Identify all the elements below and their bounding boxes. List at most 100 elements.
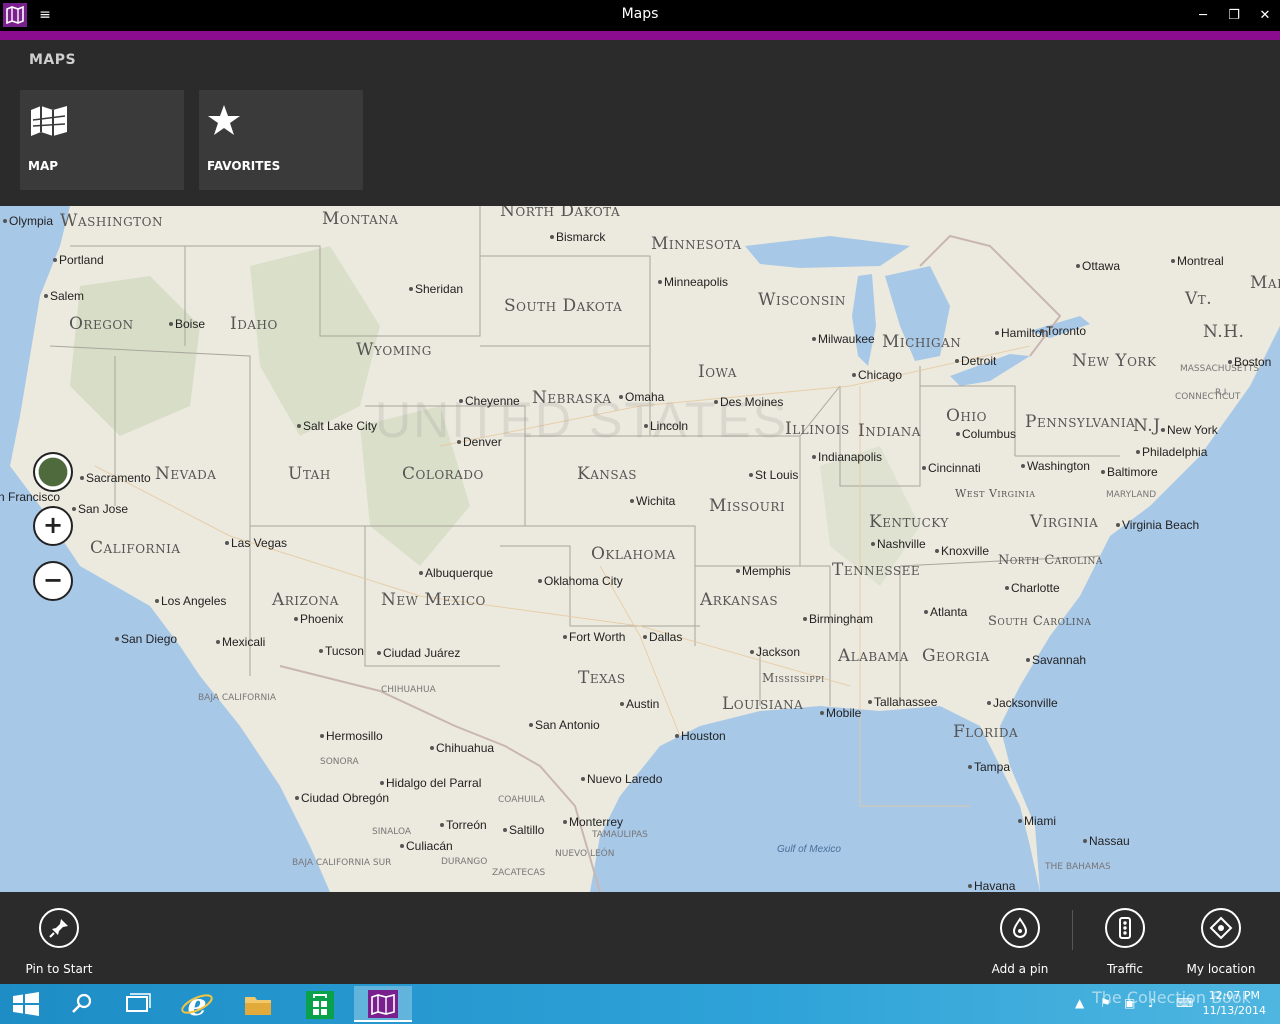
city-label-ciudad-obregon[interactable]: Ciudad Obregón	[301, 791, 389, 805]
city-label-boise[interactable]: Boise	[175, 317, 205, 331]
city-label-chihuahua[interactable]: Chihuahua	[436, 741, 494, 755]
internet-explorer-button[interactable]: e	[168, 986, 226, 1023]
city-label-nashville[interactable]: Nashville	[877, 537, 926, 551]
store-button[interactable]	[291, 986, 349, 1022]
city-label-salt-lake-city[interactable]: Salt Lake City	[303, 419, 377, 433]
city-label-denver[interactable]: Denver	[463, 435, 502, 449]
city-label-milwaukee[interactable]: Milwaukee	[818, 332, 875, 346]
pin-to-start-button[interactable]: Pin to Start	[14, 908, 104, 978]
city-label-memphis[interactable]: Memphis	[742, 564, 791, 578]
city-label-culiacan[interactable]: Culiacán	[406, 839, 453, 853]
city-label-las-vegas[interactable]: Las Vegas	[231, 536, 287, 550]
city-label-boston[interactable]: Boston	[1234, 355, 1271, 369]
city-label-albuquerque[interactable]: Albuquerque	[425, 566, 493, 580]
minimize-button[interactable]: ─	[1187, 0, 1219, 31]
city-label-havana[interactable]: Havana	[974, 879, 1015, 892]
city-label-san-diego[interactable]: San Diego	[121, 632, 177, 646]
close-button[interactable]: ✕	[1249, 0, 1280, 31]
map-icon	[31, 106, 67, 136]
tile-map[interactable]: MAP	[20, 90, 184, 190]
city-label-minneapolis[interactable]: Minneapolis	[664, 275, 728, 289]
city-label-mexicali[interactable]: Mexicali	[222, 635, 265, 649]
zoom-in-button[interactable]: +	[33, 506, 73, 546]
traffic-button[interactable]: Traffic	[1080, 908, 1170, 978]
city-label-oklahoma-city[interactable]: Oklahoma City	[544, 574, 623, 588]
city-label-san-antonio[interactable]: San Antonio	[535, 718, 600, 732]
city-label-los-angeles[interactable]: Los Angeles	[161, 594, 226, 608]
city-label-savannah[interactable]: Savannah	[1032, 653, 1086, 667]
city-label-fort-worth[interactable]: Fort Worth	[569, 630, 625, 644]
city-label-baltimore[interactable]: Baltimore	[1107, 465, 1158, 479]
task-view-button[interactable]	[108, 986, 166, 1022]
city-label-ciudad-juarez[interactable]: Ciudad Juárez	[383, 646, 460, 660]
system-clock[interactable]: 12:07 PM 11/13/2014	[1203, 988, 1266, 1018]
city-label-tallahassee[interactable]: Tallahassee	[874, 695, 937, 709]
city-label-monterrey[interactable]: Monterrey	[569, 815, 623, 829]
city-label-miami[interactable]: Miami	[1024, 814, 1056, 828]
start-button[interactable]	[0, 986, 58, 1022]
city-label-virginia-beach[interactable]: Virginia Beach	[1122, 518, 1199, 532]
city-label-bismarck[interactable]: Bismarck	[556, 230, 605, 244]
city-label-birmingham[interactable]: Birmingham	[809, 612, 873, 626]
city-label-sacramento[interactable]: Sacramento	[86, 471, 151, 485]
city-label-mobile[interactable]: Mobile	[826, 706, 861, 720]
city-label-torreon[interactable]: Torreón	[446, 818, 487, 832]
zoom-out-button[interactable]: −	[33, 561, 73, 601]
city-label-cheyenne[interactable]: Cheyenne	[465, 394, 520, 408]
city-label-saltillo[interactable]: Saltillo	[509, 823, 544, 837]
network-icon[interactable]: ▣	[1124, 996, 1135, 1010]
city-label-philadelphia[interactable]: Philadelphia	[1142, 445, 1207, 459]
city-label-toronto[interactable]: Toronto	[1046, 324, 1086, 338]
search-button[interactable]	[52, 986, 110, 1022]
city-label-salem[interactable]: Salem	[50, 289, 84, 303]
city-label-portland[interactable]: Portland	[59, 253, 104, 267]
city-label-hermosillo[interactable]: Hermosillo	[326, 729, 383, 743]
keyboard-icon[interactable]: ⌨	[1176, 996, 1193, 1010]
city-label-charlotte[interactable]: Charlotte	[1011, 581, 1060, 595]
city-label-chicago[interactable]: Chicago	[858, 368, 902, 382]
city-label-ottawa[interactable]: Ottawa	[1082, 259, 1120, 273]
my-location-button[interactable]: My location	[1176, 908, 1266, 978]
city-label-houston[interactable]: Houston	[681, 729, 726, 743]
city-label-nuevo-laredo[interactable]: Nuevo Laredo	[587, 772, 662, 786]
city-label-des-moines[interactable]: Des Moines	[720, 395, 783, 409]
city-label-st-louis[interactable]: St Louis	[755, 468, 798, 482]
city-label-jacksonville[interactable]: Jacksonville	[993, 696, 1058, 710]
maps-taskbar-button[interactable]	[354, 986, 412, 1022]
volume-icon[interactable]: ♪	[1148, 996, 1156, 1010]
file-explorer-button[interactable]	[229, 986, 287, 1022]
show-hidden-icons-icon[interactable]: ▲	[1075, 996, 1084, 1010]
hamburger-menu-icon[interactable]: ≡	[36, 6, 54, 24]
city-label-cincinnati[interactable]: Cincinnati	[928, 461, 981, 475]
city-label-dallas[interactable]: Dallas	[649, 630, 682, 644]
city-label-atlanta[interactable]: Atlanta	[930, 605, 967, 619]
city-label-wichita[interactable]: Wichita	[636, 494, 675, 508]
city-label-phoenix[interactable]: Phoenix	[300, 612, 343, 626]
city-label-washington-dc[interactable]: Washington	[1027, 459, 1090, 473]
restore-button[interactable]: ❐	[1218, 0, 1250, 31]
add-a-pin-button[interactable]: Add a pin	[975, 908, 1065, 978]
map-canvas[interactable]: UNITED STATES Washington Montana North Dak…	[0, 206, 1280, 892]
action-center-flag-icon[interactable]: ⚑	[1100, 996, 1111, 1010]
city-label-new-york-city[interactable]: New York	[1167, 423, 1218, 437]
city-label-tucson[interactable]: Tucson	[325, 644, 364, 658]
city-label-hidalgo-del-parral[interactable]: Hidalgo del Parral	[386, 776, 481, 790]
city-label-columbus[interactable]: Columbus	[962, 427, 1016, 441]
tile-favorites[interactable]: FAVORITES	[199, 90, 363, 190]
city-label-indianapolis[interactable]: Indianapolis	[818, 450, 882, 464]
aerial-view-button[interactable]	[33, 452, 73, 492]
city-label-austin[interactable]: Austin	[626, 697, 659, 711]
city-label-jackson[interactable]: Jackson	[756, 645, 800, 659]
city-label-olympia[interactable]: Olympia	[9, 214, 53, 228]
city-label-omaha[interactable]: Omaha	[625, 390, 664, 404]
city-label-detroit[interactable]: Detroit	[961, 354, 996, 368]
city-label-nassau[interactable]: Nassau	[1089, 834, 1130, 848]
city-label-san-francisco[interactable]: n Francisco	[0, 490, 60, 504]
city-label-tampa[interactable]: Tampa	[974, 760, 1010, 774]
city-label-montreal[interactable]: Montreal	[1177, 254, 1224, 268]
region-label-vermont: Vt.	[1185, 289, 1213, 309]
city-label-lincoln[interactable]: Lincoln	[650, 419, 688, 433]
city-label-san-jose[interactable]: San Jose	[78, 502, 128, 516]
city-label-sheridan[interactable]: Sheridan	[415, 282, 463, 296]
city-label-knoxville[interactable]: Knoxville	[941, 544, 989, 558]
